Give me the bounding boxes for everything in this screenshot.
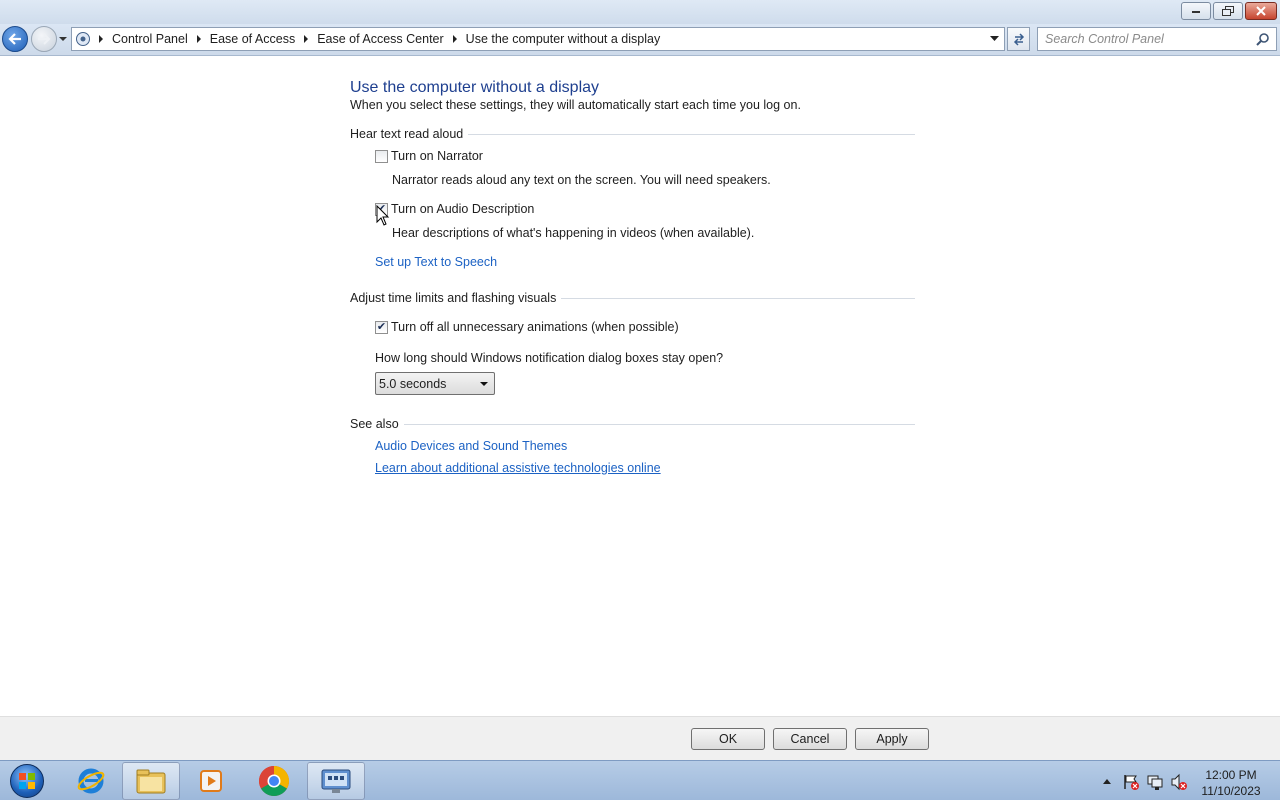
breadcrumb-separator-icon[interactable] [299, 28, 313, 50]
section-hear-text: Hear text read aloud [350, 126, 915, 142]
audio-description-option[interactable]: ✔ Turn on Audio Description [375, 202, 534, 216]
breadcrumb-current-page[interactable]: Use the computer without a display [462, 32, 665, 46]
chrome-icon [258, 766, 290, 797]
recent-pages-button[interactable] [58, 33, 68, 45]
taskbar-chrome[interactable] [245, 762, 303, 800]
start-button[interactable] [2, 762, 52, 800]
address-dropdown-button[interactable] [984, 28, 1004, 50]
clock-date[interactable]: 11/10/2023 [1196, 784, 1266, 798]
maximize-button[interactable] [1213, 2, 1243, 20]
action-center-flag-icon[interactable] [1122, 773, 1140, 791]
clock-time[interactable]: 12:00 PM [1200, 768, 1262, 782]
audio-devices-link[interactable]: Audio Devices and Sound Themes [375, 439, 567, 453]
narrator-description: Narrator reads aloud any text on the scr… [392, 173, 771, 187]
address-bar[interactable]: Control Panel Ease of Access Ease of Acc… [71, 27, 1005, 51]
page-subtitle: When you select these settings, they wil… [350, 98, 801, 112]
audio-description-checkbox[interactable]: ✔ [375, 202, 388, 216]
breadcrumb-separator-icon[interactable] [192, 28, 206, 50]
minimize-button[interactable] [1181, 2, 1211, 20]
back-button[interactable] [2, 26, 28, 52]
control-panel-icon [321, 769, 351, 793]
network-icon[interactable] [1146, 773, 1164, 791]
back-arrow-icon [8, 33, 21, 45]
section-divider [468, 133, 915, 135]
refresh-button[interactable] [1007, 27, 1030, 51]
breadcrumb-separator-icon[interactable] [448, 28, 462, 50]
folder-icon [136, 769, 166, 794]
section-heading: Hear text read aloud [350, 127, 464, 141]
dialog-timeout-select[interactable]: 5.0 seconds [375, 372, 495, 395]
control-panel-window: Control Panel Ease of Access Ease of Acc… [0, 0, 1280, 760]
taskbar-file-explorer[interactable] [122, 762, 180, 800]
volume-muted-icon[interactable] [1170, 773, 1188, 791]
windows-logo-icon [10, 764, 44, 798]
breadcrumb-ease-of-access[interactable]: Ease of Access [206, 32, 299, 46]
section-divider [403, 423, 915, 425]
close-icon [1256, 6, 1266, 16]
dialog-timeout-value: 5.0 seconds [379, 376, 447, 391]
forward-arrow-icon [38, 33, 51, 45]
close-button[interactable] [1245, 2, 1277, 20]
assistive-technologies-link[interactable]: Learn about additional assistive technol… [375, 461, 661, 475]
search-input[interactable] [1038, 32, 1250, 46]
forward-button[interactable] [31, 26, 57, 52]
narrator-option[interactable]: Turn on Narrator [375, 149, 483, 163]
restore-icon [1222, 6, 1234, 16]
animations-checkbox[interactable]: ✔ [375, 320, 388, 334]
cancel-button[interactable]: Cancel [773, 728, 847, 750]
narrator-checkbox[interactable] [375, 149, 388, 163]
section-time-limits: Adjust time limits and flashing visuals [350, 290, 915, 306]
search-icon[interactable] [1256, 32, 1270, 46]
audio-description-text: Hear descriptions of what's happening in… [392, 226, 755, 240]
animations-option[interactable]: ✔ Turn off all unnecessary animations (w… [375, 320, 679, 334]
taskbar-internet-explorer[interactable] [62, 762, 120, 800]
chevron-down-icon [59, 37, 67, 41]
search-box[interactable] [1037, 27, 1277, 51]
audio-description-label[interactable]: Turn on Audio Description [391, 202, 534, 216]
chevron-down-icon [480, 382, 488, 386]
minimize-icon [1192, 11, 1200, 13]
dialog-timeout-question: How long should Windows notification dia… [375, 351, 724, 365]
taskbar: 12:00 PM 11/10/2023 [0, 760, 1280, 800]
text-to-speech-link[interactable]: Set up Text to Speech [375, 255, 497, 269]
breadcrumb-control-panel[interactable]: Control Panel [108, 32, 192, 46]
taskbar-media-player[interactable] [182, 762, 240, 800]
chevron-down-icon [989, 36, 999, 41]
media-player-icon [200, 770, 222, 792]
page-title: Use the computer without a display [350, 79, 600, 96]
navigation-bar: Control Panel Ease of Access Ease of Acc… [0, 24, 1280, 56]
refresh-icon [1013, 33, 1024, 46]
section-heading: See also [350, 417, 399, 431]
section-heading: Adjust time limits and flashing visuals [350, 291, 557, 305]
control-panel-icon [72, 28, 94, 50]
taskbar-control-panel[interactable] [307, 762, 365, 800]
animations-label[interactable]: Turn off all unnecessary animations (whe… [391, 320, 679, 334]
narrator-label[interactable]: Turn on Narrator [391, 149, 483, 163]
apply-button[interactable]: Apply [855, 728, 929, 750]
internet-explorer-icon [77, 768, 105, 794]
ok-button[interactable]: OK [691, 728, 765, 750]
breadcrumb-separator-icon[interactable] [94, 28, 108, 50]
show-hidden-icons-icon[interactable] [1102, 777, 1112, 785]
title-bar [0, 0, 1280, 24]
section-see-also: See also [350, 416, 915, 432]
breadcrumb-ease-of-access-center[interactable]: Ease of Access Center [313, 32, 447, 46]
section-divider [561, 297, 915, 299]
dialog-button-bar: OK Cancel Apply [0, 716, 1280, 760]
